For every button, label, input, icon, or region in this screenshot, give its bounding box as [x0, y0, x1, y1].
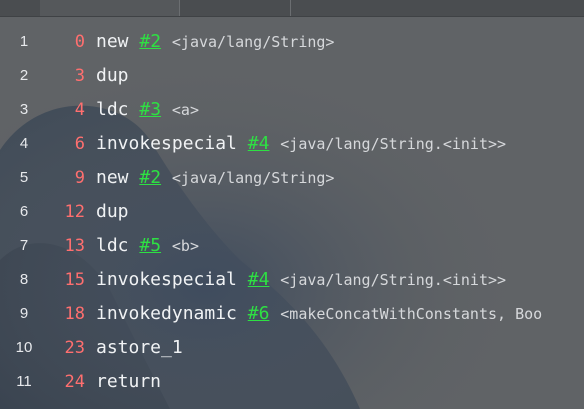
opcode: dup: [96, 201, 129, 222]
constant-pool-ref-link[interactable]: #2: [139, 167, 161, 188]
bytecode-offset: 4: [74, 100, 85, 120]
bytecode-offset: 12: [64, 202, 85, 222]
constant-comment: <java/lang/String>: [171, 169, 335, 187]
constant-pool-ref-link[interactable]: #2: [139, 31, 161, 52]
opcode: new: [96, 31, 129, 52]
opcode: invokespecial: [96, 133, 237, 154]
line-number: 5: [19, 169, 29, 186]
bytecode-offset: 18: [64, 304, 85, 324]
bytecode-offset: 23: [64, 338, 85, 358]
line-number: 1: [19, 33, 29, 50]
constant-comment: <b>: [171, 237, 199, 255]
bytecode-offset: 9: [74, 168, 85, 188]
opcode: ldc: [96, 99, 129, 120]
code-line: 1 0 new #2 <java/lang/String>: [0, 25, 584, 59]
tab-active[interactable]: [40, 0, 180, 16]
code-line: 7 13 ldc #5 <b>: [0, 229, 584, 263]
opcode: invokedynamic: [96, 303, 237, 324]
code-line: 3 4 ldc #3 <a>: [0, 93, 584, 127]
constant-pool-ref-link[interactable]: #5: [139, 235, 161, 256]
code-line: 6 12 dup: [0, 195, 584, 229]
constant-pool-ref-link[interactable]: #4: [248, 269, 270, 290]
line-number: 7: [19, 237, 29, 254]
code-line: 5 9 new #2 <java/lang/String>: [0, 161, 584, 195]
opcode: return: [96, 371, 162, 392]
code-line: 11 24 return: [0, 365, 584, 399]
line-number: 10: [15, 339, 33, 356]
constant-comment: <java/lang/String>: [171, 33, 335, 51]
tab-second[interactable]: [181, 0, 291, 16]
bytecode-offset: 24: [64, 372, 85, 392]
bytecode-offset: 0: [74, 32, 85, 52]
bytecode-offset: 13: [64, 236, 85, 256]
line-number: 9: [19, 305, 29, 322]
constant-comment: <a>: [171, 101, 199, 119]
code-line: 10 23 astore_1: [0, 331, 584, 365]
opcode: astore_1: [96, 337, 183, 358]
line-number: 3: [19, 101, 29, 118]
bytecode-offset: 6: [74, 134, 85, 154]
tab-bar: [0, 0, 584, 17]
bytecode-editor[interactable]: 1 0 new #2 <java/lang/String> 2 3 dup 3 …: [0, 25, 584, 399]
opcode: ldc: [96, 235, 129, 256]
line-number: 4: [19, 135, 29, 152]
line-number: 8: [19, 271, 29, 288]
line-number: 6: [19, 203, 29, 220]
constant-pool-ref-link[interactable]: #3: [139, 99, 161, 120]
constant-comment: <makeConcatWithConstants, Boo: [280, 305, 543, 323]
code-line: 9 18 invokedynamic #6 <makeConcatWithCon…: [0, 297, 584, 331]
line-number: 2: [19, 67, 29, 84]
opcode: invokespecial: [96, 269, 237, 290]
line-number: 11: [16, 373, 32, 390]
bytecode-offset: 3: [74, 66, 85, 86]
constant-comment: <java/lang/String.<init>>: [280, 271, 507, 289]
constant-pool-ref-link[interactable]: #6: [248, 303, 270, 324]
bytecode-offset: 15: [64, 270, 85, 290]
code-line: 8 15 invokespecial #4 <java/lang/String.…: [0, 263, 584, 297]
code-line: 4 6 invokespecial #4 <java/lang/String.<…: [0, 127, 584, 161]
opcode: new: [96, 167, 129, 188]
opcode: dup: [96, 65, 129, 86]
constant-comment: <java/lang/String.<init>>: [280, 135, 507, 153]
constant-pool-ref-link[interactable]: #4: [248, 133, 270, 154]
code-line: 2 3 dup: [0, 59, 584, 93]
